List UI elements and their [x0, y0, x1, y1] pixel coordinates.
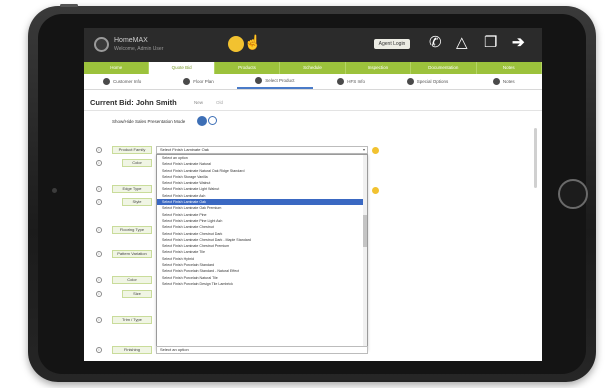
sub-nav-tabs: Customer Info Floor Plan Select Product HFS… [84, 74, 542, 90]
subtab-label: HFS Info [347, 79, 366, 84]
row-label: Color [122, 159, 152, 167]
tab-schedule[interactable]: Schedule [280, 62, 346, 74]
info-icon[interactable]: i [96, 317, 102, 323]
finishing-select-value: Select an option [160, 347, 189, 352]
main-nav-tabs: Home Quote Bid Products Schedule Inspection D… [84, 62, 542, 74]
tablet-top-button [60, 4, 78, 7]
info-icon[interactable]: i [96, 160, 102, 166]
tab-products[interactable]: Products [215, 62, 281, 74]
row-label: Style [122, 198, 152, 206]
subtab-label: Floor Plan [193, 79, 214, 84]
presentation-toggle-label: Show/Hide Sales Presentation Mode [112, 119, 186, 124]
row-label: Pattern Variation [112, 250, 152, 258]
app-screen: HomeMAX Welcome, Admin User ☝ Agent Logi… [84, 28, 542, 361]
subtab-icon [103, 78, 111, 85]
info-icon[interactable]: i [96, 147, 102, 153]
logo-icon [94, 37, 109, 52]
bid-title: Current Bid: John Smith [90, 98, 177, 107]
finish-dropdown[interactable]: Select an option Select Finish Laminate N… [156, 154, 368, 350]
divider [84, 110, 542, 111]
subtab-floor-plan[interactable]: Floor Plan [160, 74, 236, 89]
subtab-label: Special Options [416, 79, 449, 84]
yellow-hint-icon [372, 147, 379, 154]
row-label: Flooring Type [112, 226, 152, 234]
dropdown-scroll-thumb[interactable] [363, 215, 367, 247]
info-icon[interactable]: i [96, 251, 102, 257]
info-icon[interactable]: i [96, 199, 102, 205]
info-icon[interactable]: i [96, 277, 102, 283]
row-label: Color [112, 276, 152, 284]
user-chip[interactable]: Agent Login [374, 39, 410, 49]
chevron-down-icon: ▾ [362, 147, 365, 152]
dropdown-option[interactable]: Select Finish Porcelain Design Tile Lamb… [157, 281, 367, 287]
subtab-special-options[interactable]: Special Options [389, 74, 465, 89]
subtab-icon [255, 77, 263, 84]
app-title: HomeMAX [114, 37, 148, 44]
subtab-icon [183, 78, 191, 85]
phone-icon[interactable]: ✆ [429, 34, 442, 52]
finish-select[interactable]: Select Finish Laminate Oak ▾ [156, 146, 368, 154]
dropdown-options: Select an option Select Finish Laminate N… [157, 155, 367, 287]
subtab-label: Notes [502, 79, 515, 84]
subtab-label: Customer Info [113, 79, 142, 84]
tab-home[interactable]: Home [84, 62, 150, 74]
info-icon[interactable]: i [96, 186, 102, 192]
logout-arrow-icon[interactable]: ➔ [512, 34, 525, 52]
info-icon[interactable]: i [96, 227, 102, 233]
subtab-notes[interactable]: Notes [466, 74, 542, 89]
finishing-select[interactable]: Select an option [156, 346, 368, 354]
copy-icon[interactable]: ❐ [484, 34, 497, 52]
bell-icon[interactable]: △ [456, 34, 468, 52]
info-icon[interactable]: i [96, 291, 102, 297]
subtab-icon [492, 78, 500, 85]
toggle-on-button[interactable] [197, 116, 207, 126]
tablet-camera [52, 188, 57, 193]
subtab-label: Select Product [265, 78, 295, 83]
top-bar: HomeMAX Welcome, Admin User ☝ Agent Logi… [84, 28, 542, 62]
touch-indicator-icon [228, 36, 244, 52]
tab-notes[interactable]: Notes [477, 62, 542, 74]
finish-select-value: Select Finish Laminate Oak [160, 147, 209, 152]
old-badge[interactable]: Old [216, 100, 223, 105]
dropdown-scrollbar[interactable] [363, 155, 367, 349]
tab-inspection[interactable]: Inspection [346, 62, 412, 74]
app-subtitle: Welcome, Admin User [114, 46, 164, 52]
home-button[interactable] [558, 179, 588, 209]
subtab-icon [406, 78, 414, 85]
toggle-off-button[interactable] [208, 116, 217, 125]
row-label: Size [122, 290, 152, 298]
row-label: Edge Type [112, 185, 152, 193]
info-icon[interactable]: i [96, 347, 102, 353]
hand-pointer-icon: ☝ [244, 34, 262, 50]
row-label: Product Family [112, 146, 152, 154]
row-label: Finishing [112, 346, 152, 354]
page-scrollbar[interactable] [534, 128, 537, 188]
row-label: Trim / Type [112, 316, 152, 324]
new-badge[interactable]: New [194, 100, 203, 105]
subtab-customer-info[interactable]: Customer Info [84, 74, 160, 89]
subtab-icon [337, 78, 345, 85]
tab-quote-bid[interactable]: Quote Bid [149, 62, 215, 74]
subtab-hfs-info[interactable]: HFS Info [313, 74, 389, 89]
tab-documentation[interactable]: Documentation [411, 62, 477, 74]
subtab-select-product[interactable]: Select Product [236, 74, 313, 89]
yellow-hint-icon [372, 187, 379, 194]
